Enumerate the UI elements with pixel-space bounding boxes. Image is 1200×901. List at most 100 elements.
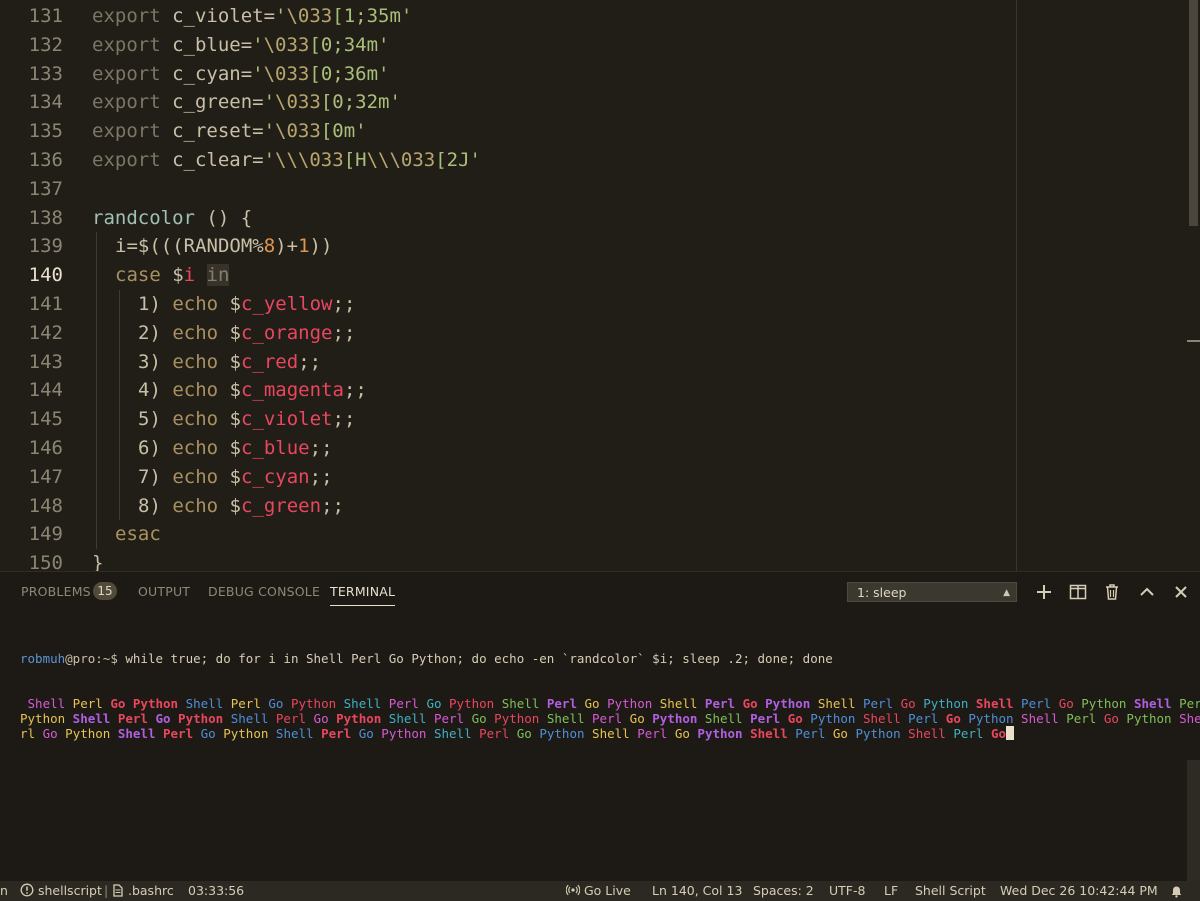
line-number: 145 (28, 408, 63, 431)
editor-scroll-marker (1187, 340, 1200, 342)
line-number: 142 (28, 321, 63, 344)
code-token: [0;32m' (320, 91, 401, 114)
status-eol[interactable]: LF (884, 881, 898, 901)
indent-guide (96, 434, 97, 463)
go-live-button[interactable]: Go Live (565, 881, 631, 901)
code-token: ' (263, 120, 276, 143)
indent-guide (96, 462, 97, 492)
code-line: 144 4) echo $c_magenta;; (0, 376, 1180, 406)
terminal-word: Python (441, 696, 495, 711)
terminal-word: Python (644, 711, 698, 726)
code-token: c_cyan (240, 465, 310, 488)
terminal-word: Perl (539, 696, 577, 711)
code-token: $ (229, 437, 241, 459)
terminal-word: Perl (268, 711, 307, 726)
tab-debug-console[interactable]: DEBUG CONSOLE (208, 584, 320, 599)
code-line: 137 (0, 175, 1180, 204)
terminal-word: Go (938, 711, 961, 726)
indent-guide (96, 232, 97, 262)
status-indentation[interactable]: Spaces: 2 (753, 881, 814, 901)
code-token: \\\033 (366, 149, 436, 171)
maximize-panel-icon[interactable] (1137, 582, 1157, 602)
line-number: 146 (28, 437, 63, 459)
terminal-word: Shell (494, 696, 540, 711)
code-text: 1) echo $c_yellow;; (138, 290, 355, 319)
updown-icon: ▲ (1003, 588, 1010, 598)
status-language[interactable]: Shell Script (915, 881, 986, 901)
indent-guide (96, 261, 97, 290)
code-token: in (206, 264, 230, 287)
code-token: 3) (138, 350, 173, 373)
indent-guide (119, 290, 120, 319)
code-line: 143 3) echo $c_red;; (0, 347, 1180, 377)
split-terminal-icon[interactable] (1068, 582, 1088, 602)
code-text: export c_reset='\033[0m' (92, 117, 367, 146)
code-token: ;; (343, 379, 367, 402)
terminal-word: Python (170, 711, 224, 726)
code-token: echo (172, 379, 230, 402)
tab-problems[interactable]: PROBLEMS (21, 584, 91, 599)
terminal-scrollbar[interactable] (1187, 760, 1200, 882)
code-text: 5) echo $c_violet;; (138, 405, 355, 434)
terminal-word: Shell (426, 726, 472, 741)
status-separator: | (104, 883, 109, 898)
code-token: echo (172, 350, 230, 373)
code-token: 7) (138, 465, 173, 488)
terminal-word: Shell (742, 726, 788, 741)
terminal-select[interactable]: 1: sleep ▲ (847, 582, 1017, 602)
line-number: 144 (28, 379, 63, 402)
indent-guide (96, 405, 97, 434)
code-line: 140 case $i in (0, 261, 1180, 290)
terminal-output[interactable]: robmuh@pro:~$ while true; do for i in Sh… (20, 621, 1200, 771)
terminal-word: Python (531, 726, 585, 741)
line-number: 147 (28, 465, 63, 488)
line-number: 139 (28, 235, 63, 258)
code-token: ' (252, 33, 264, 56)
status-time: 03:33:56 (188, 883, 245, 898)
terminal-output-rows: Shell Perl Go Python Shell Perl Go Pytho… (20, 696, 1200, 741)
editor-scrollbar-thumb[interactable] (1189, 0, 1198, 226)
status-encoding[interactable]: UTF-8 (829, 881, 865, 901)
code-token: c_clear= (172, 149, 264, 171)
code-line: 145 5) echo $c_violet;; (0, 405, 1180, 434)
indent-guide (119, 491, 120, 521)
code-line: 134 export c_green='\033[0;32m' (0, 88, 1180, 117)
line-number: 140 (28, 264, 63, 287)
close-panel-icon[interactable] (1171, 582, 1191, 602)
tab-terminal[interactable]: TERMINAL (330, 584, 396, 606)
code-line: 138 randcolor () { (0, 204, 1180, 233)
terminal-word: Perl (313, 726, 352, 741)
bell-icon[interactable] (1170, 885, 1183, 898)
indent-guide (119, 318, 120, 348)
terminal-word: Perl (787, 726, 826, 741)
status-cursor-position[interactable]: Ln 140, Col 13 (652, 881, 742, 901)
code-token: ' (263, 149, 276, 171)
terminal-word: Go (1096, 711, 1119, 726)
code-token: c_blue= (172, 33, 253, 56)
code-token: echo (172, 408, 230, 431)
terminal-word: Shell (810, 696, 856, 711)
trash-icon[interactable] (1102, 582, 1122, 602)
code-line: 135 export c_reset='\033[0m' (0, 117, 1180, 146)
code-token: ;; (332, 321, 356, 344)
status-problems[interactable]: shellscript (20, 881, 102, 901)
status-shellscript: shellscript (37, 883, 102, 898)
code-token: $ (229, 465, 241, 488)
code-token: export (92, 5, 173, 27)
terminal-word: Python (486, 711, 540, 726)
code-text: } (92, 549, 103, 571)
code-token: $ (229, 321, 241, 344)
status-file[interactable]: .bashrc (112, 881, 174, 901)
terminal-word: Python (1073, 696, 1127, 711)
code-token: RANDOM% (183, 235, 264, 258)
tab-output[interactable]: OUTPUT (138, 584, 190, 599)
terminal-word: Go (351, 726, 374, 741)
terminal-output-line: rl Go Python Shell Perl Go Python Shell … (20, 726, 1180, 741)
terminal-word: Go (193, 726, 216, 741)
code-token: 5) (138, 408, 173, 431)
terminal-word: Go (780, 711, 803, 726)
code-token: $ (229, 494, 241, 517)
code-editor[interactable]: 131 export c_violet='\033[1;35m' 132 export… (0, 0, 1200, 571)
code-line: 133 export c_cyan='\033[0;36m' (0, 60, 1180, 89)
add-terminal-icon[interactable] (1034, 582, 1054, 602)
